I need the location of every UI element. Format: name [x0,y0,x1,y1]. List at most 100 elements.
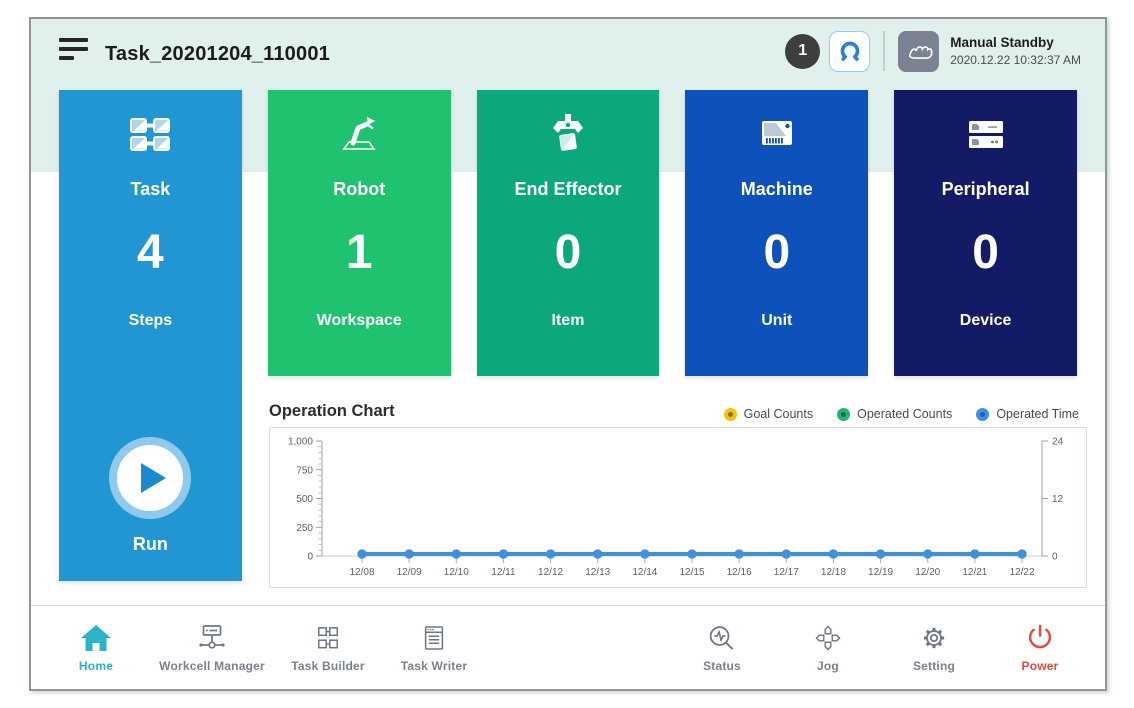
card-end-effector[interactable]: End Effector 0 Item [477,90,660,376]
nav-right-group: Status Jog [669,623,1093,673]
robot-icon [268,104,451,166]
robot-mode-status: Manual Standby 2020.12.22 10:32:37 AM [950,35,1081,67]
app-window: Task_20201204_110001 1 Ma [29,17,1107,691]
run-button-area: Run [59,437,242,555]
svg-text:12/12: 12/12 [538,567,563,578]
card-robot-value: 1 [268,229,451,277]
card-task[interactable]: Task 4 Steps Run [59,90,242,581]
setting-icon [917,623,951,653]
end-effector-icon [477,104,660,166]
svg-text:12/11: 12/11 [491,567,516,578]
mode-label: Manual Standby [950,35,1081,50]
legend-goal-counts-label: Goal Counts [744,407,813,421]
menu-icon[interactable] [59,38,89,66]
home-icon [79,623,113,653]
run-label: Run [133,534,168,555]
svg-text:12/13: 12/13 [585,567,610,578]
task-writer-icon [417,623,451,653]
card-peripheral-value: 0 [894,229,1077,277]
legend-operated-counts: Operated Counts [837,407,952,421]
legend-operated-time-label: Operated Time [996,407,1079,421]
svg-text:0: 0 [1052,552,1058,563]
svg-text:750: 750 [296,465,313,476]
card-task-value: 4 [59,229,242,277]
nav-jog[interactable]: Jog [775,623,881,673]
nav-workcell-manager[interactable]: Workcell Manager [149,623,275,673]
card-end-effector-value: 0 [477,229,660,277]
card-robot-unit: Workspace [268,312,451,330]
svg-text:12/19: 12/19 [868,567,893,578]
nav-task-writer[interactable]: Task Writer [381,623,487,673]
nav-status-label: Status [703,659,741,673]
nav-task-builder[interactable]: Task Builder [275,623,381,673]
svg-text:12/18: 12/18 [821,567,846,578]
operation-chart: 02505007501,0000122412/0812/0912/1012/11… [269,427,1087,588]
card-task-unit: Steps [59,312,242,330]
legend-operated-time: Operated Time [976,407,1079,421]
task-icon [59,104,242,166]
workcell-manager-icon [195,623,229,653]
robot-gripper-button[interactable] [829,31,870,72]
card-robot-label: Robot [268,179,451,200]
svg-text:12/20: 12/20 [915,567,940,578]
card-machine-unit: Unit [685,312,868,330]
operated-time-dot-icon [976,408,989,421]
nav-home[interactable]: Home [43,623,149,673]
topbar-right-cluster: 1 Manual Standby 2020.12.22 10 [785,29,1081,73]
svg-text:12/17: 12/17 [774,567,799,578]
jog-icon [811,623,845,653]
nav-status[interactable]: Status [669,623,775,673]
card-end-effector-label: End Effector [477,179,660,200]
gripper-icon [835,36,865,66]
nav-setting[interactable]: Setting [881,623,987,673]
card-machine[interactable]: Machine 0 Unit [685,90,868,376]
nav-jog-label: Jog [817,659,839,673]
svg-text:12/22: 12/22 [1009,567,1034,578]
legend-goal-counts: Goal Counts [724,407,813,421]
svg-text:12/10: 12/10 [444,567,469,578]
operation-chart-svg: 02505007501,0000122412/0812/0912/1012/11… [270,428,1086,587]
svg-text:12/14: 12/14 [632,567,657,578]
nav-setting-label: Setting [913,659,955,673]
card-peripheral[interactable]: Peripheral 0 Device [894,90,1077,376]
machine-icon [685,104,868,166]
chart-legend: Goal Counts Operated Counts Operated Tim… [724,407,1079,421]
notification-badge[interactable]: 1 [785,34,820,69]
divider [883,31,885,71]
svg-text:12/21: 12/21 [962,567,987,578]
hand-icon [904,36,934,66]
nav-task-builder-label: Task Builder [291,659,365,673]
manual-mode-button[interactable] [898,31,939,72]
goal-counts-dot-icon [724,408,737,421]
play-icon [141,463,166,493]
svg-text:0: 0 [307,552,313,563]
card-machine-label: Machine [685,179,868,200]
run-button[interactable] [109,437,191,519]
nav-task-writer-label: Task Writer [401,659,467,673]
svg-text:24: 24 [1052,437,1064,448]
status-icon [705,623,739,653]
svg-text:500: 500 [296,494,313,505]
svg-text:1,000: 1,000 [288,437,313,448]
nav-power-label: Power [1021,659,1058,673]
peripheral-icon [894,104,1077,166]
task-builder-icon [311,623,345,653]
card-end-effector-unit: Item [477,312,660,330]
nav-left-group: Home Wor [43,623,487,673]
nav-power[interactable]: Power [987,623,1093,673]
bottom-nav: Home Wor [31,605,1105,689]
nav-home-label: Home [79,659,113,673]
operation-chart-title: Operation Chart [269,402,395,421]
task-title: Task_20201204_110001 [105,43,330,66]
svg-text:250: 250 [296,523,313,534]
nav-workcell-manager-label: Workcell Manager [159,659,265,673]
card-robot[interactable]: Robot 1 Workspace [268,90,451,376]
power-icon [1023,623,1057,653]
svg-text:12/09: 12/09 [397,567,422,578]
svg-text:12/16: 12/16 [727,567,752,578]
screen: Task_20201204_110001 1 Ma [0,0,1134,708]
card-peripheral-unit: Device [894,312,1077,330]
card-machine-value: 0 [685,229,868,277]
svg-text:12/08: 12/08 [349,567,374,578]
card-task-label: Task [59,179,242,200]
